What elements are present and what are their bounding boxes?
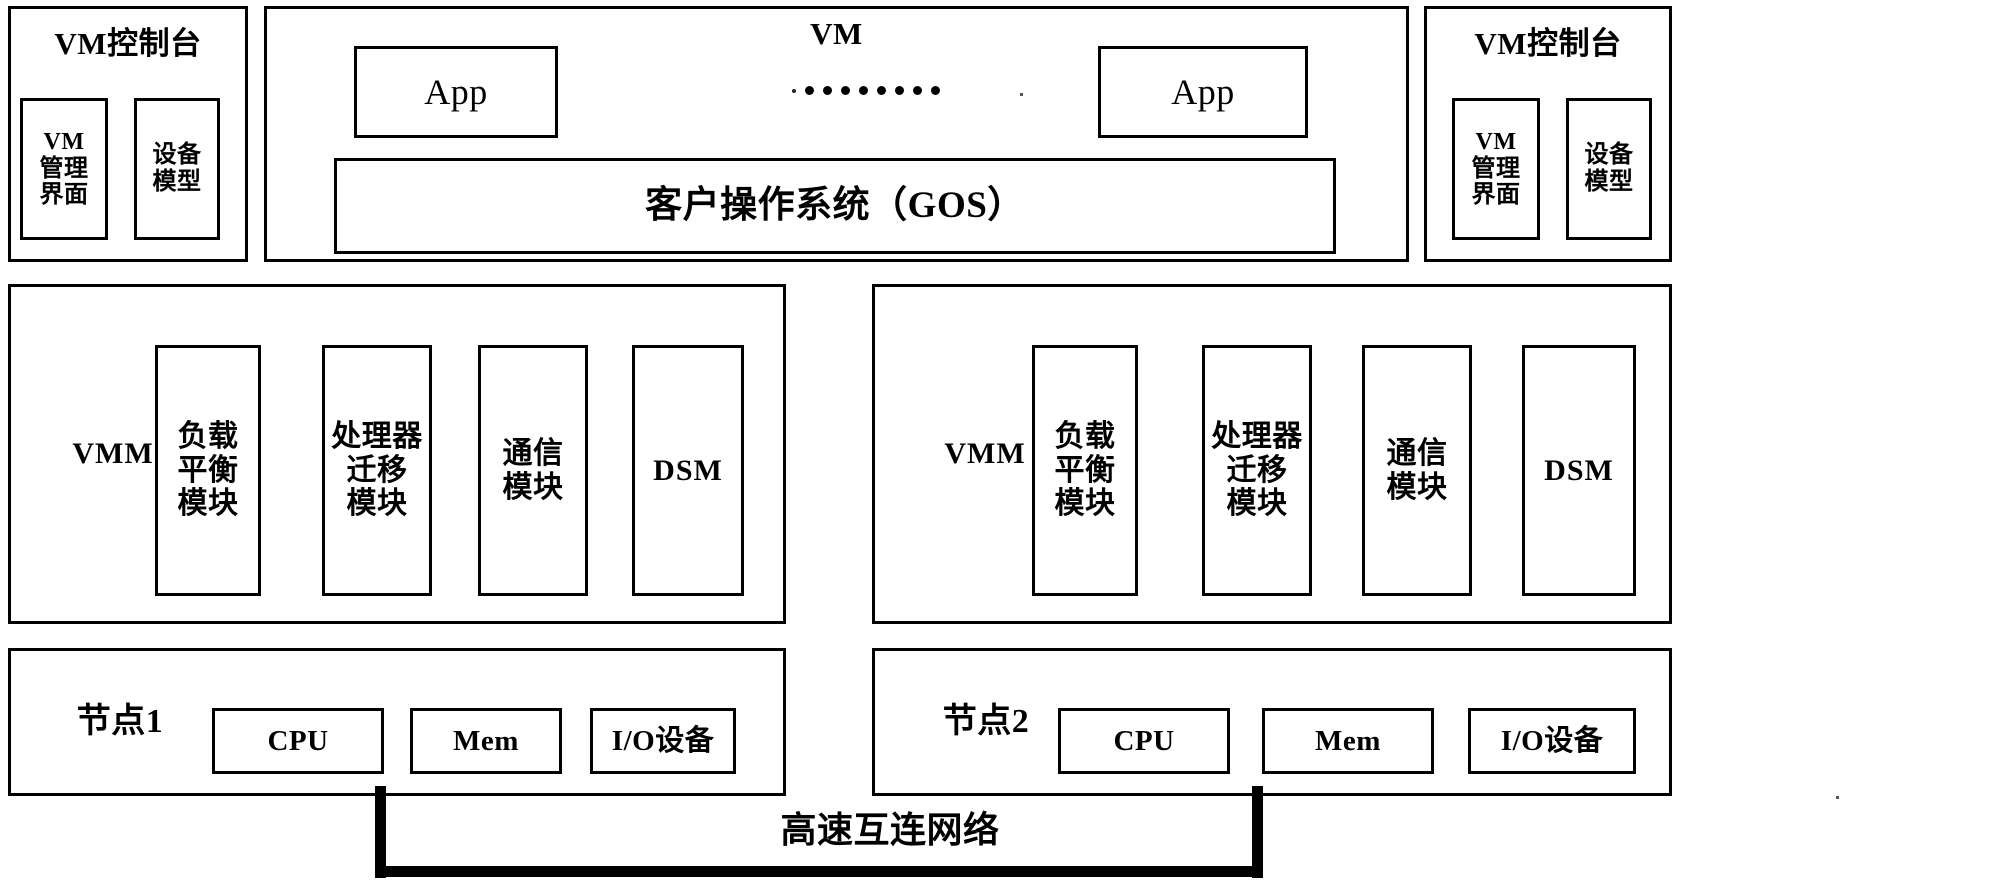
diagram-canvas: VM控制台 VM 管理 界面 设备 模型 VM App App 客户操作系统（G… [0,0,1996,881]
left-vmm-module-communication-label: 通信 模块 [502,436,564,504]
guest-os-label: 客户操作系统（GOS） [645,185,1025,227]
vm-ellipsis-speck [1020,93,1023,96]
left-node-label: 节点1 [76,702,164,740]
right-vmm-label: VMM [944,437,1026,471]
left-console-module-device-model-label: 设备 模型 [152,142,202,195]
right-vmm-module-cpu-migration-label: 处理器 迁移 模块 [1211,420,1303,521]
page-artifact-speck [1836,796,1839,799]
right-vm-console-title: VM控制台 [1474,25,1622,61]
left-console-module-vm-admin-ui-label: VM 管理 界面 [39,128,89,209]
right-vmm-module-dsm-label: DSM [1544,453,1614,487]
vm-app-box-2-label: App [1171,71,1235,112]
network-connector-horizontal [375,866,1263,877]
left-node-hardware-mem-label: Mem [453,724,519,757]
left-node-hardware-cpu-label: CPU [267,724,329,757]
right-console-module-vm-admin-ui-label: VM 管理 界面 [1471,128,1521,209]
left-vmm-module-load-balance-label: 负载 平衡 模块 [177,420,239,521]
network-connector-left-vertical [375,786,386,878]
right-node-label: 节点2 [942,702,1030,740]
vm-app-box-1-label: App [424,71,488,112]
left-vmm-label: VMM [72,437,154,471]
right-vmm-module-load-balance-label: 负载 平衡 模块 [1054,420,1116,521]
right-node-hardware-mem-label: Mem [1315,724,1381,757]
network-label: 高速互连网络 [780,809,1000,850]
right-node-hardware-cpu-label: CPU [1113,724,1175,757]
right-console-module-device-model-label: 设备 模型 [1584,142,1634,195]
right-vmm-module-communication-label: 通信 模块 [1386,436,1448,504]
left-vm-console-title: VM控制台 [54,25,202,61]
left-vmm-module-cpu-migration-label: 处理器 迁移 模块 [331,420,423,521]
right-node-hardware-io-device-label: I/O设备 [1500,724,1604,757]
left-node-hardware-io-device-label: I/O设备 [611,724,715,757]
network-connector-right-vertical [1252,786,1263,878]
left-vmm-module-dsm-label: DSM [653,453,723,487]
vm-app-ellipsis [792,86,940,95]
